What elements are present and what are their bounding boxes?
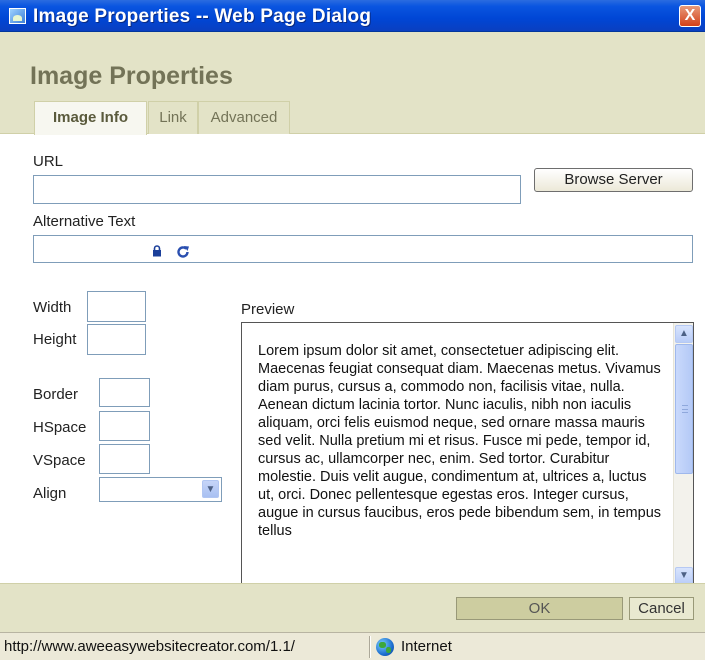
image-info-panel: URL Browse Server Alternative Text Width… (0, 135, 705, 589)
dialog-title: Image Properties (30, 62, 233, 90)
dialog-header: Image Properties Image Info Link Advance… (0, 32, 705, 135)
window-title: Image Properties -- Web Page Dialog (33, 6, 372, 27)
alt-text-label: Alternative Text (33, 213, 136, 230)
window-titlebar: Image Properties -- Web Page Dialog X (0, 0, 705, 32)
align-select[interactable]: ▼ (99, 477, 222, 502)
align-label: Align (33, 485, 67, 502)
url-input[interactable] (33, 175, 521, 204)
tab-image-info[interactable]: Image Info (34, 101, 147, 135)
height-label: Height (33, 331, 77, 348)
border-label: Border (33, 386, 79, 403)
preview-text: Lorem ipsum dolor sit amet, consectetuer… (258, 343, 662, 539)
globe-icon (376, 638, 394, 656)
url-label: URL (33, 153, 64, 170)
dialog-footer: OK Cancel (0, 583, 705, 632)
cancel-button[interactable]: Cancel (629, 597, 694, 620)
width-input[interactable] (87, 291, 146, 322)
status-divider (369, 636, 371, 658)
vspace-input[interactable] (99, 444, 150, 474)
browse-server-button[interactable]: Browse Server (534, 168, 693, 192)
hspace-input[interactable] (99, 411, 150, 441)
reset-size-icon[interactable] (175, 244, 191, 260)
height-input[interactable] (87, 324, 146, 355)
hspace-label: HSpace (33, 419, 87, 436)
preview-box: Lorem ipsum dolor sit amet, consectetuer… (241, 322, 694, 589)
preview-label: Preview (241, 301, 295, 318)
status-zone: Internet (401, 638, 452, 655)
alt-text-input[interactable] (33, 235, 693, 263)
dropdown-arrow-icon[interactable]: ▼ (202, 480, 219, 498)
scroll-grip (682, 405, 688, 413)
scroll-up-icon[interactable]: ▲ (675, 325, 693, 343)
image-properties-dialog: Image Properties Image Info Link Advance… (0, 32, 705, 632)
tab-link[interactable]: Link (148, 101, 198, 134)
window-icon (9, 8, 26, 24)
lock-icon[interactable] (152, 245, 162, 257)
tab-advanced[interactable]: Advanced (198, 101, 290, 134)
scroll-thumb[interactable] (675, 344, 693, 474)
status-url: http://www.aweeasywebsitecreator.com/1.1… (4, 638, 295, 655)
width-label: Width (33, 299, 72, 316)
status-bar: http://www.aweeasywebsitecreator.com/1.1… (0, 632, 705, 660)
ok-button[interactable]: OK (456, 597, 623, 620)
preview-scrollbar[interactable]: ▲ ▼ (673, 323, 693, 588)
vspace-label: VSpace (33, 452, 86, 469)
close-icon[interactable]: X (679, 5, 701, 27)
border-input[interactable] (99, 378, 150, 407)
